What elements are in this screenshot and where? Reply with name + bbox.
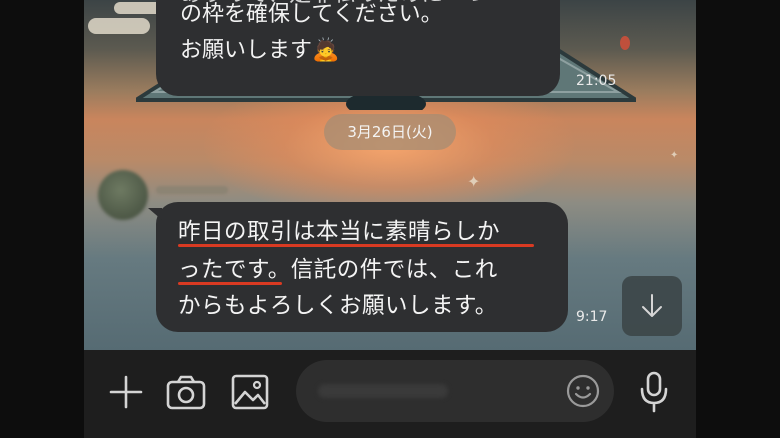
message-input[interactable] <box>296 360 614 422</box>
background-cloud <box>88 18 150 34</box>
message-text: の枠を確保してください。 <box>180 2 443 27</box>
scroll-down-button[interactable] <box>622 276 682 336</box>
chat-screen: ✦ ✦ ありので、是非私のために一つ の枠を確保してください。 お願いします🙇 … <box>84 0 696 438</box>
highlight-underline <box>178 244 534 247</box>
add-button[interactable] <box>106 372 146 412</box>
smiley-icon <box>566 374 600 408</box>
input-bar <box>84 350 696 438</box>
microphone-icon <box>640 371 668 413</box>
message-time: 9:17 <box>576 309 608 325</box>
message-bubble[interactable]: ありので、是非私のために一つ の枠を確保してください。 お願いします🙇 <box>156 0 560 96</box>
avatar[interactable] <box>98 170 148 220</box>
camera-icon <box>166 375 206 410</box>
camera-button[interactable] <box>164 370 208 414</box>
background-sparkle: ✦ <box>670 150 679 161</box>
image-icon <box>231 374 269 410</box>
bubble-tail <box>148 208 162 220</box>
sender-name <box>156 186 228 194</box>
message-text: からもよろしくお願いします。 <box>178 293 498 319</box>
gallery-button[interactable] <box>228 370 272 414</box>
background-sparkle: ✦ <box>467 172 481 191</box>
emoji-button[interactable] <box>564 372 602 410</box>
input-text-blurred <box>318 384 448 398</box>
message-text: ったです。信託の件では、これ <box>178 257 498 283</box>
message-time: 21:05 <box>576 73 617 89</box>
message-text: お願いします🙇 <box>180 38 340 63</box>
arrow-down-icon <box>642 294 662 317</box>
plus-icon <box>109 375 143 409</box>
background-balloon <box>620 36 630 50</box>
message-text: 昨日の取引は本当に素晴らしか <box>178 219 501 245</box>
message-bubble[interactable]: 昨日の取引は本当に素晴らしか ったです。信託の件では、これ からもよろしくお願い… <box>148 202 568 332</box>
voice-button[interactable] <box>634 368 674 416</box>
highlight-underline <box>178 282 282 285</box>
date-separator: 3月26日(火) <box>324 114 456 150</box>
